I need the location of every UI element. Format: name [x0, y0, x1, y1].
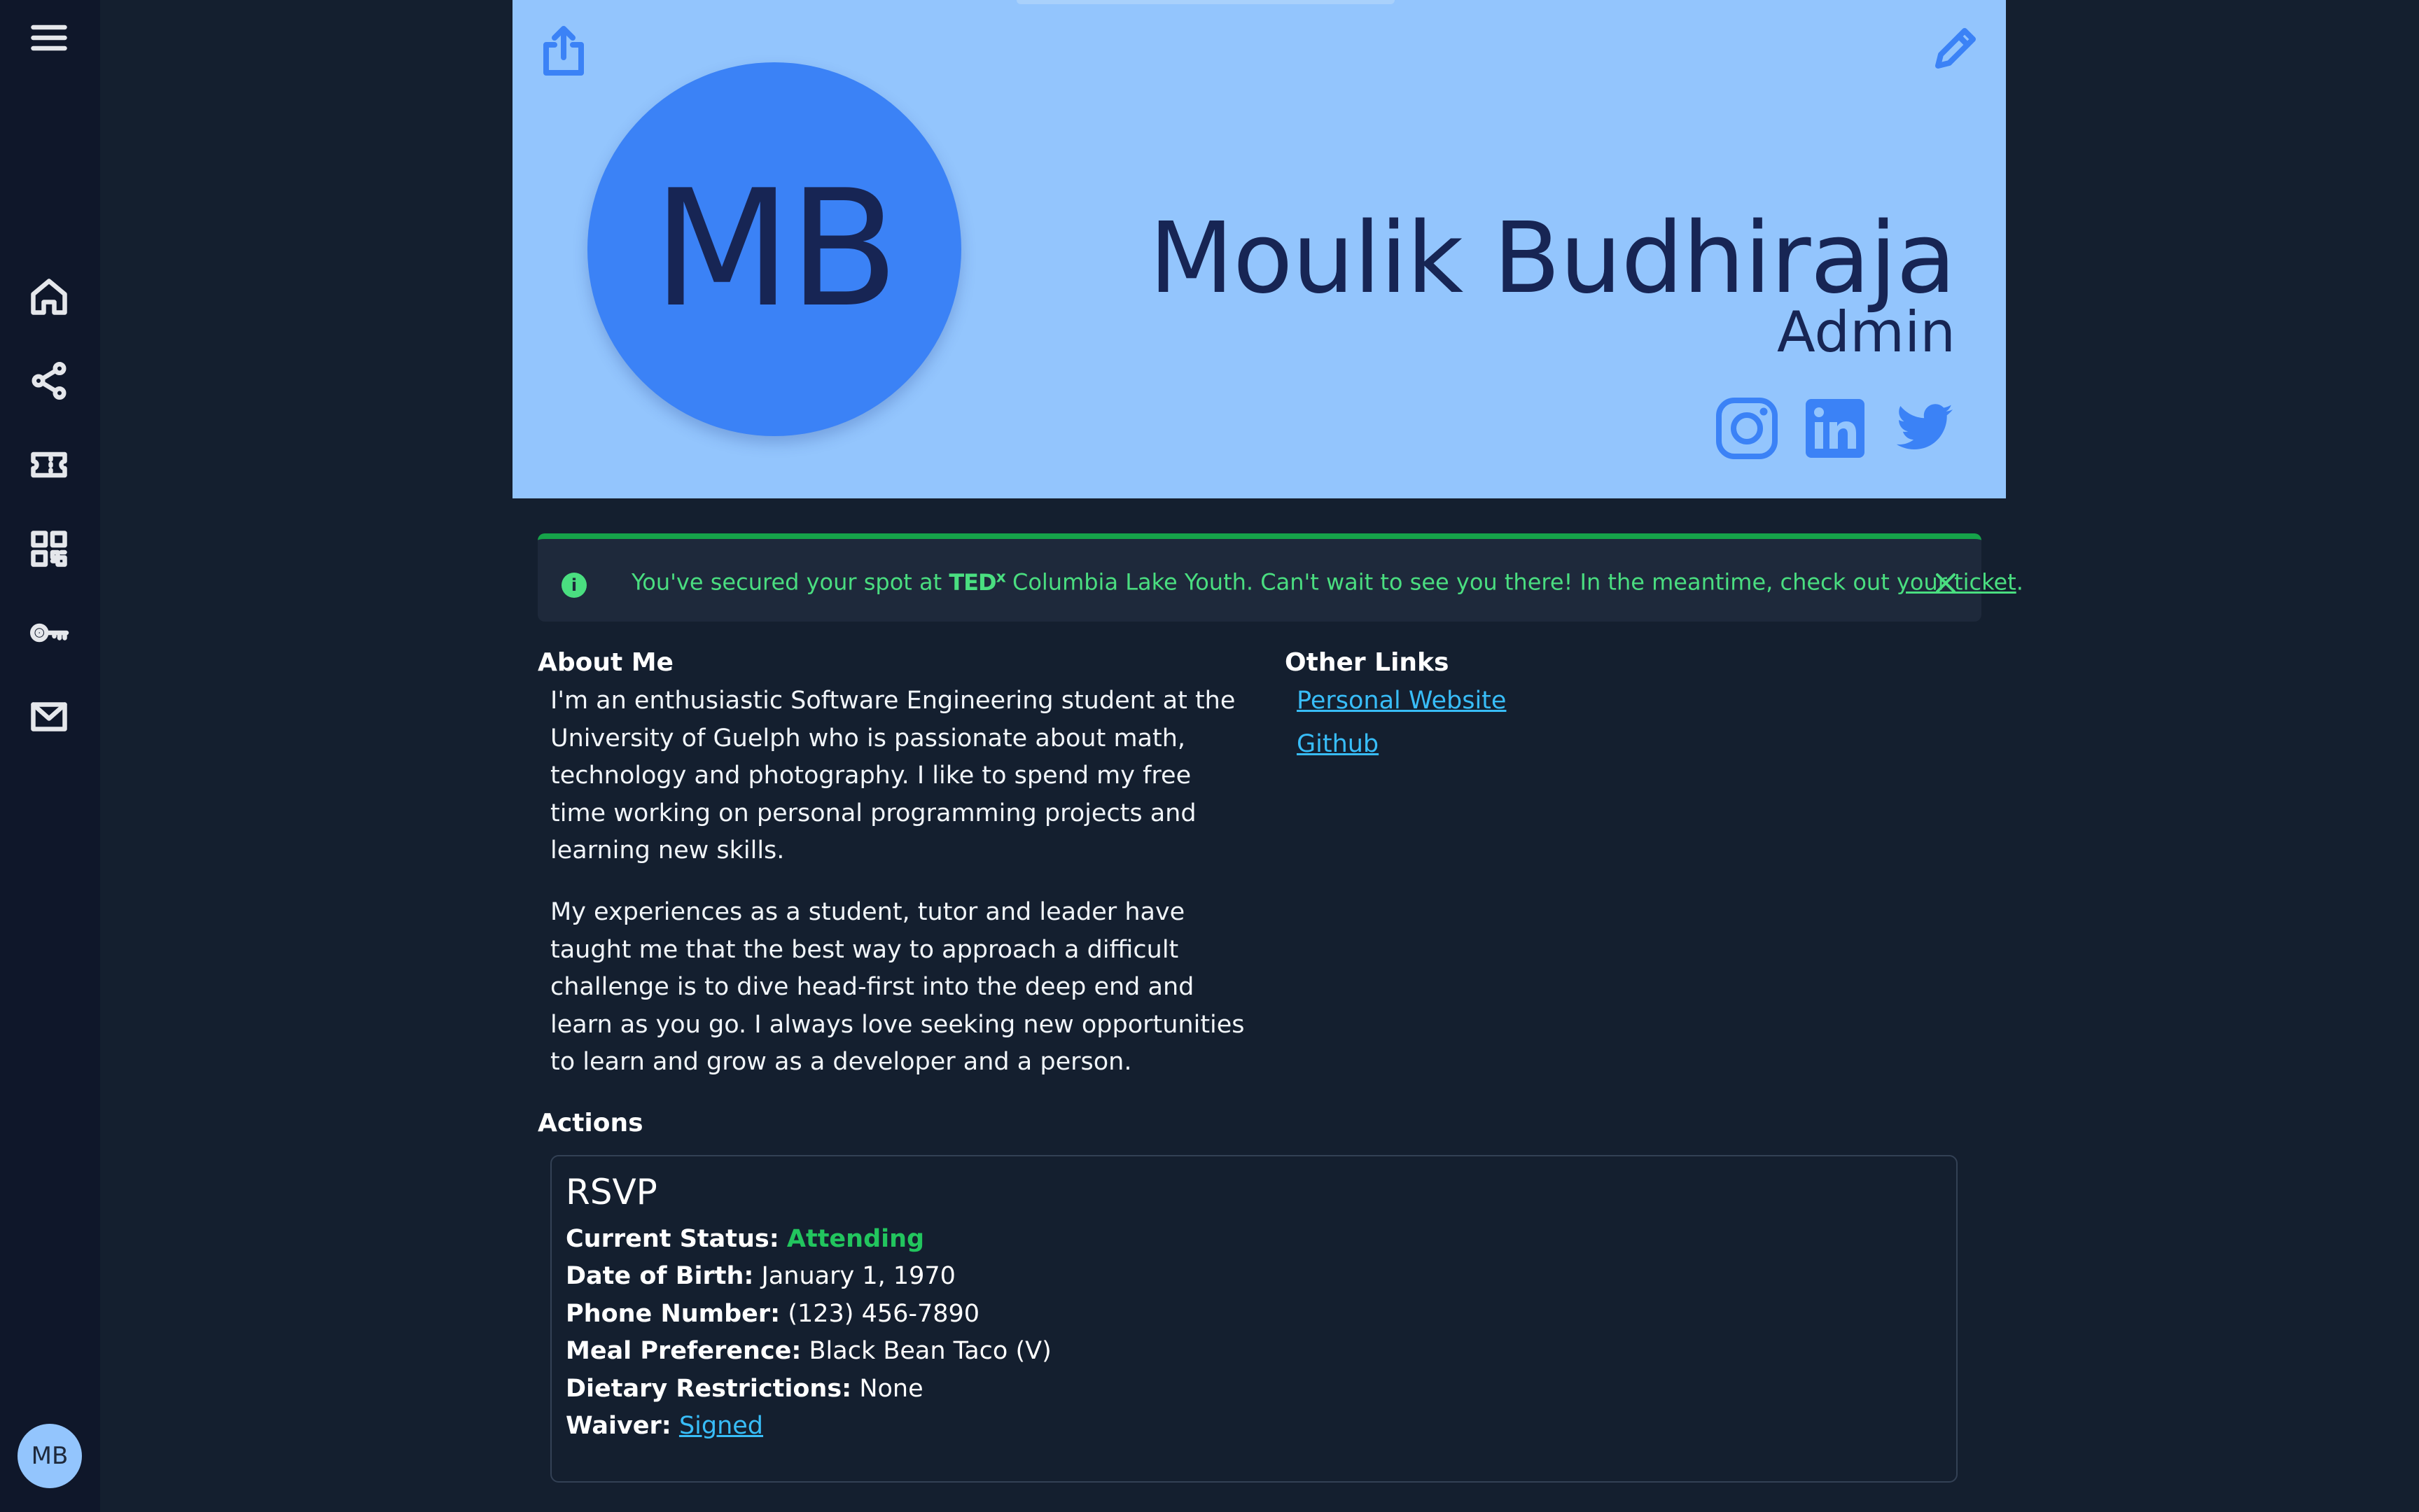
ticket-icon[interactable] [24, 440, 74, 490]
edit-pencil-icon[interactable] [1934, 27, 1977, 70]
rsvp-phone-row: Phone Number: (123) 456-7890 [566, 1296, 1052, 1333]
header-handle [1017, 0, 1395, 4]
ted-brand: TEDx [949, 568, 1006, 596]
profile-header: MB Moulik Budhiraja Admin [513, 0, 2006, 498]
other-links-title: Other Links [1285, 648, 1449, 677]
github-link[interactable]: Github [1297, 727, 1506, 762]
rsvp-status-row: Current Status: Attending [566, 1221, 1052, 1258]
share-icon[interactable] [541, 25, 587, 76]
share-network-icon[interactable] [24, 356, 74, 406]
diet-label: Dietary Restrictions: [566, 1374, 852, 1403]
profile-avatar: MB [587, 62, 961, 436]
personal-website-link[interactable]: Personal Website [1297, 683, 1506, 718]
info-icon: i [562, 573, 587, 598]
rsvp-meal-row: Meal Preference: Black Bean Taco (V) [566, 1333, 1052, 1370]
mail-icon[interactable] [24, 692, 74, 742]
alert-middle: Columbia Lake Youth. Can't wait to see y… [1005, 568, 1897, 596]
waiver-link[interactable]: Signed [679, 1412, 763, 1440]
rsvp-dob-row: Date of Birth: January 1, 1970 [566, 1258, 1052, 1295]
phone-label: Phone Number: [566, 1299, 781, 1328]
rsvp-success-alert: i You've secured your spot at TEDx Colum… [538, 533, 2023, 622]
linkedin-icon[interactable] [1803, 396, 1867, 461]
home-icon[interactable] [24, 272, 74, 322]
waiver-label: Waiver: [566, 1412, 671, 1441]
about-paragraph-1: I'm an enthusiastic Software Engineering… [550, 687, 1236, 864]
profile-role: Admin [1777, 300, 1956, 365]
rsvp-title: RSVP [566, 1172, 657, 1212]
ted-brand-sup: x [996, 568, 1006, 586]
social-links [1715, 396, 1956, 461]
status-badge: Attending [786, 1225, 925, 1253]
menu-icon[interactable] [24, 13, 74, 63]
alert-message: You've secured your spot at TEDx Columbi… [632, 568, 2023, 596]
instagram-icon[interactable] [1715, 396, 1779, 461]
diet-value: None [859, 1374, 923, 1403]
qr-code-icon[interactable] [24, 524, 74, 574]
meal-label: Meal Preference: [566, 1337, 802, 1366]
user-avatar[interactable]: MB [18, 1424, 82, 1488]
close-icon[interactable] [1934, 571, 1958, 595]
twitter-icon[interactable] [1891, 396, 1956, 461]
dob-value: January 1, 1970 [761, 1262, 956, 1291]
rsvp-card: RSVP Current Status: Attending Date of B… [550, 1155, 1958, 1483]
profile-name: Moulik Budhiraja [1149, 202, 1956, 316]
actions-title: Actions [538, 1109, 643, 1138]
dob-label: Date of Birth: [566, 1262, 754, 1291]
rsvp-details: Current Status: Attending Date of Birth:… [566, 1221, 1052, 1445]
alert-suffix: . [2016, 568, 2023, 596]
rsvp-diet-row: Dietary Restrictions: None [566, 1371, 1052, 1408]
status-label: Current Status: [566, 1225, 779, 1253]
about-paragraph-2: My experiences as a student, tutor and l… [550, 898, 1245, 1076]
alert-prefix: You've secured your spot at [632, 568, 949, 596]
sidebar: MB [0, 0, 100, 1512]
key-icon[interactable] [24, 608, 74, 658]
other-links-list: Personal Website Github [1297, 683, 1506, 770]
about-me-title: About Me [538, 648, 674, 677]
phone-value: (123) 456-7890 [788, 1299, 980, 1328]
meal-value: Black Bean Taco (V) [809, 1337, 1052, 1366]
rsvp-waiver-row: Waiver: Signed [566, 1408, 1052, 1445]
ted-brand-text: TED [949, 568, 996, 596]
